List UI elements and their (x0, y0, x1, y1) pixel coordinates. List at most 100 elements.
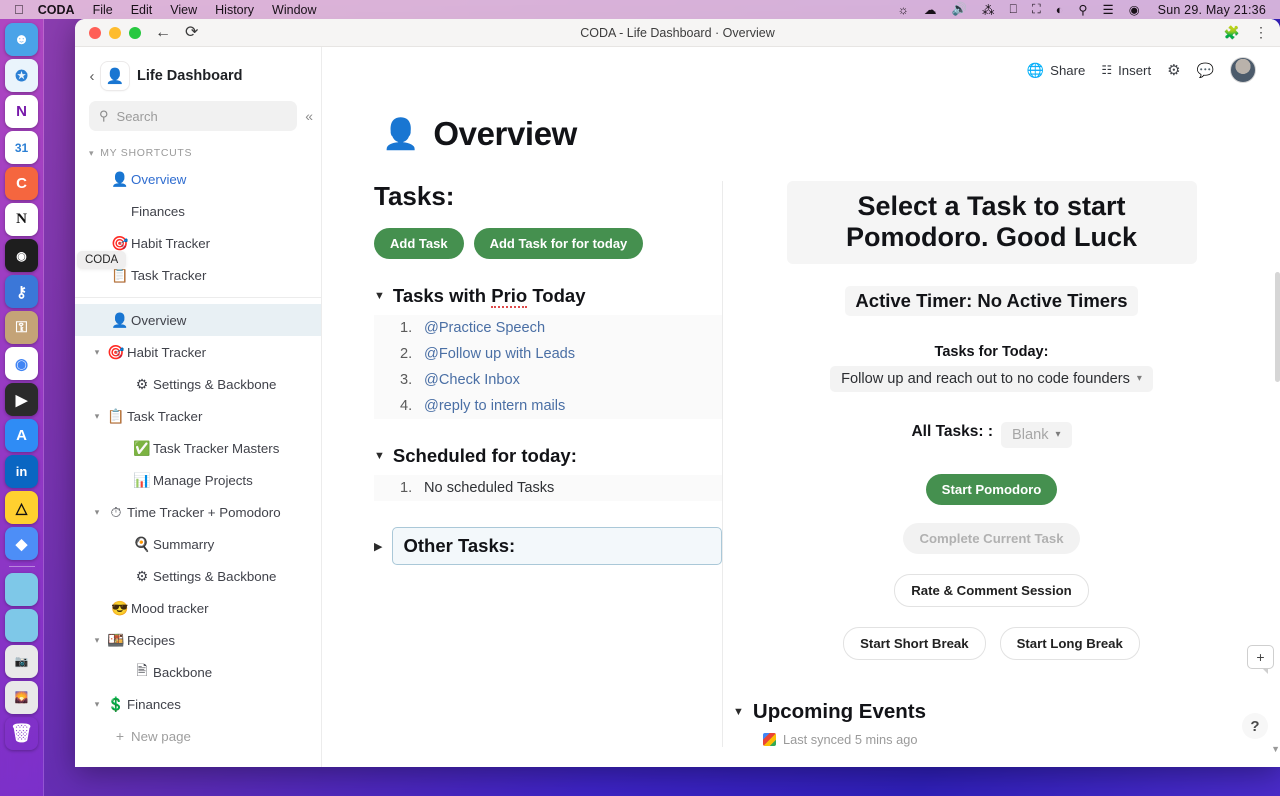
bluetooth-icon[interactable]: ⁂ (982, 2, 995, 17)
dock-app-figma[interactable]: ◉ (5, 239, 38, 272)
brightness-icon[interactable]: ☼ (897, 3, 908, 17)
menu-item-window[interactable]: Window (272, 3, 316, 17)
dock-app-chrome[interactable]: ◉ (5, 347, 38, 380)
gear-icon[interactable]: ⚙ (1167, 61, 1180, 79)
sidebar-shortcut-finances[interactable]: Finances (75, 195, 321, 227)
dock-stack-screenshots[interactable]: 📷 (5, 645, 38, 678)
shortcuts-section-header[interactable]: ▾ MY SHORTCUTS (75, 131, 321, 163)
menu-item-history[interactable]: History (215, 3, 254, 17)
chevron-down-icon[interactable]: ▾ (89, 635, 105, 646)
help-button[interactable]: ? (1242, 713, 1268, 739)
dock-app-notion[interactable]: N (5, 203, 38, 236)
search-box[interactable]: ⚲ (89, 101, 298, 131)
sidebar-page-mood-tracker[interactable]: 😎 Mood tracker (75, 592, 321, 624)
add-task-button[interactable]: Add Task (374, 228, 464, 259)
upcoming-events-header[interactable]: ▼ Upcoming Events (733, 700, 1250, 724)
start-pomodoro-button[interactable]: Start Pomodoro (925, 473, 1058, 505)
chevron-down-icon[interactable]: ▾ (89, 507, 105, 518)
sidebar-page-habit-settings-backbone[interactable]: ⚙ Settings & Backbone (75, 368, 321, 400)
scrollbar-thumb[interactable] (1275, 272, 1280, 382)
list-item[interactable]: 2. @Follow up with Leads (374, 341, 722, 367)
add-task-today-button[interactable]: Add Task for for today (473, 228, 644, 259)
list-item[interactable]: 4. @reply to intern mails (374, 393, 722, 419)
add-comment-button[interactable]: + (1247, 645, 1274, 674)
sidebar-page-habit-tracker[interactable]: ▾ 🎯 Habit Tracker (75, 336, 321, 368)
display-icon[interactable]: ⎕ (1010, 2, 1018, 17)
start-long-break-button[interactable]: Start Long Break (999, 626, 1140, 660)
rate-comment-session-button[interactable]: Rate & Comment Session (894, 573, 1089, 607)
chevron-down-icon[interactable]: ▾ (89, 347, 105, 358)
triangle-right-icon[interactable]: ▶ (374, 540, 382, 553)
dock-app-app-store[interactable]: A (5, 419, 38, 452)
chevron-down-icon[interactable]: ▾ (89, 699, 105, 710)
other-tasks-title[interactable]: Other Tasks: (392, 527, 722, 565)
dock-app-quicktime[interactable]: ▶ (5, 383, 38, 416)
control-center-icon[interactable]: ☰ (1103, 2, 1114, 17)
chevron-down-icon[interactable]: ▾ (89, 411, 105, 422)
menu-item-file[interactable]: File (93, 3, 113, 17)
triangle-down-icon[interactable]: ▼ (374, 450, 385, 462)
sidebar-page-time-settings-backbone[interactable]: ⚙ Settings & Backbone (75, 560, 321, 592)
menu-item-app[interactable]: CODA (38, 3, 75, 17)
triangle-down-icon[interactable]: ▼ (733, 706, 744, 718)
dock-app-finder[interactable]: ☻ (5, 23, 38, 56)
menu-item-edit[interactable]: Edit (131, 3, 153, 17)
dock-app-safari[interactable]: ✪ (5, 59, 38, 92)
share-button[interactable]: 🌐 Share (1027, 62, 1086, 79)
sidebar-page-summary[interactable]: 🍳 Summarry (75, 528, 321, 560)
task-link[interactable]: @Check Inbox (424, 372, 520, 388)
scroll-down-arrow-icon[interactable]: ▼ (1271, 744, 1280, 754)
apple-menu-icon[interactable]:  (14, 2, 24, 17)
task-link[interactable]: @Practice Speech (424, 320, 545, 336)
dock-stack-wallpapers[interactable]: 🌄 (5, 681, 38, 714)
sidebar-page-overview[interactable]: 👤 Overview (75, 304, 321, 336)
task-link[interactable]: @reply to intern mails (424, 398, 565, 414)
dock-app-google-calendar[interactable]: 31 (5, 131, 38, 164)
sidebar-page-time-tracker-pomodoro[interactable]: ▾ ⏱ Time Tracker + Pomodoro (75, 496, 321, 528)
wifi-icon[interactable]: ◐ (1056, 3, 1064, 17)
sidebar-page-manage-projects[interactable]: 📊 Manage Projects (75, 464, 321, 496)
sidebar-page-finances[interactable]: ▾ 💲 Finances (75, 688, 321, 720)
sidebar-item-label: Finances (127, 696, 181, 712)
prio-section-header[interactable]: ▼ Tasks with Prio Today (374, 285, 722, 308)
siri-icon[interactable]: ◉ (1129, 2, 1140, 17)
dock-app-superhuman[interactable]: ◆ (5, 527, 38, 560)
dock-app-coda[interactable]: C (5, 167, 38, 200)
dock-folder-downloads[interactable] (5, 573, 38, 606)
dock-app-keychain[interactable]: ⚿ (5, 311, 38, 344)
dock-app-onenote[interactable]: N (5, 95, 38, 128)
list-item[interactable]: 3. @Check Inbox (374, 367, 722, 393)
sidebar-page-recipes[interactable]: ▾ 🍱 Recipes (75, 624, 321, 656)
warning-cloud-icon[interactable]: ☁ (924, 2, 937, 17)
tasks-today-select[interactable]: Follow up and reach out to no code found… (830, 365, 1153, 392)
menubar-clock[interactable]: Sun 29. May 21:36 (1158, 3, 1266, 17)
dock-app-miro[interactable]: △ (5, 491, 38, 524)
collapse-sidebar-icon[interactable]: « (305, 108, 313, 124)
menu-item-view[interactable]: View (170, 3, 197, 17)
volume-icon[interactable]: 🔊 (951, 2, 967, 17)
sidebar-shortcut-overview[interactable]: 👤 Overview (75, 163, 321, 195)
sidebar-back-chevron-icon[interactable]: ‹ (83, 68, 101, 85)
triangle-down-icon[interactable]: ▼ (374, 290, 385, 302)
sidebar-page-task-tracker[interactable]: ▾ 📋 Task Tracker (75, 400, 321, 432)
insert-button[interactable]: ☷ Insert (1101, 63, 1151, 78)
sidebar-page-task-tracker-masters[interactable]: ✅ Task Tracker Masters (75, 432, 321, 464)
dock-app-1password[interactable]: ⚷ (5, 275, 38, 308)
battery-charging-icon[interactable]: ⛶ (1032, 2, 1041, 17)
task-link[interactable]: @Follow up with Leads (424, 346, 575, 362)
comment-icon[interactable]: 💬 (1197, 62, 1214, 79)
dock-folder-documents[interactable] (5, 609, 38, 642)
complete-current-task-button[interactable]: Complete Current Task (903, 522, 1080, 554)
all-tasks-select[interactable]: Blank ▾ (1001, 421, 1072, 448)
avatar[interactable] (1230, 57, 1256, 83)
dock-app-linkedin[interactable]: in (5, 455, 38, 488)
start-short-break-button[interactable]: Start Short Break (843, 626, 986, 660)
scheduled-section-header[interactable]: ▼ Scheduled for today: (374, 445, 722, 467)
sidebar-page-recipes-backbone[interactable]: 🖹 Backbone (75, 656, 321, 688)
spotlight-search-icon[interactable]: ⚲ (1078, 2, 1087, 17)
content-scrollbar[interactable] (1275, 137, 1280, 762)
search-input[interactable] (116, 108, 288, 124)
list-item[interactable]: 1. @Practice Speech (374, 315, 722, 341)
dock-trash[interactable]: 🗑 (5, 717, 38, 750)
sidebar-new-page-button[interactable]: + New page (75, 720, 321, 752)
